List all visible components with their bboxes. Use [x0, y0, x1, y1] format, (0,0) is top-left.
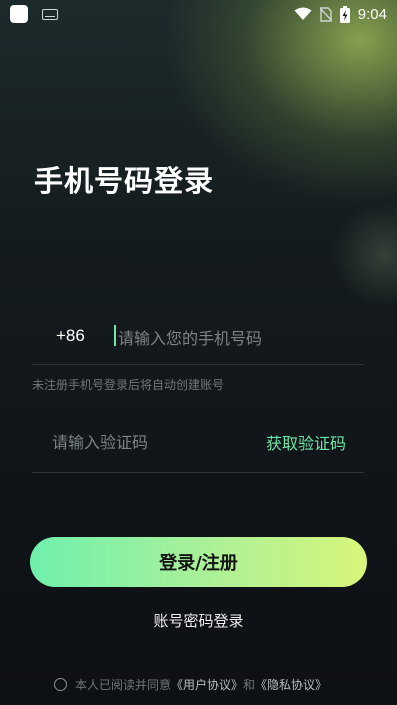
agreement-row: 本人已阅读并同意 《用户协议》 和 《隐私协议》 — [54, 676, 327, 693]
no-sim-icon — [319, 6, 332, 22]
page-title: 手机号码登录 — [34, 164, 215, 198]
register-hint: 未注册手机号登录后将自动创建账号 — [32, 378, 225, 392]
country-code-selector[interactable]: +86 — [56, 326, 85, 346]
phone-field: +86 — [32, 316, 364, 365]
verification-code-input[interactable] — [50, 426, 254, 458]
agreement-and: 和 — [243, 678, 256, 692]
verification-code-field: 获取验证码 — [32, 418, 364, 473]
agreement-checkbox[interactable] — [54, 678, 67, 691]
phone-input[interactable] — [116, 322, 350, 354]
wifi-icon — [294, 7, 312, 20]
status-bar: 9:04 — [0, 0, 397, 28]
keyboard-icon — [42, 8, 58, 20]
battery-charging-icon — [339, 5, 350, 23]
privacy-agreement-link[interactable]: 《隐私协议》 — [255, 676, 327, 693]
app-notification-icon — [10, 5, 28, 23]
password-login-link[interactable]: 账号密码登录 — [0, 610, 397, 631]
login-register-button[interactable]: 登录/注册 — [30, 537, 367, 587]
agreement-prefix: 本人已阅读并同意 — [75, 678, 172, 692]
user-agreement-link[interactable]: 《用户协议》 — [171, 676, 243, 693]
status-time: 9:04 — [357, 5, 387, 23]
get-code-button[interactable]: 获取验证码 — [266, 430, 346, 454]
